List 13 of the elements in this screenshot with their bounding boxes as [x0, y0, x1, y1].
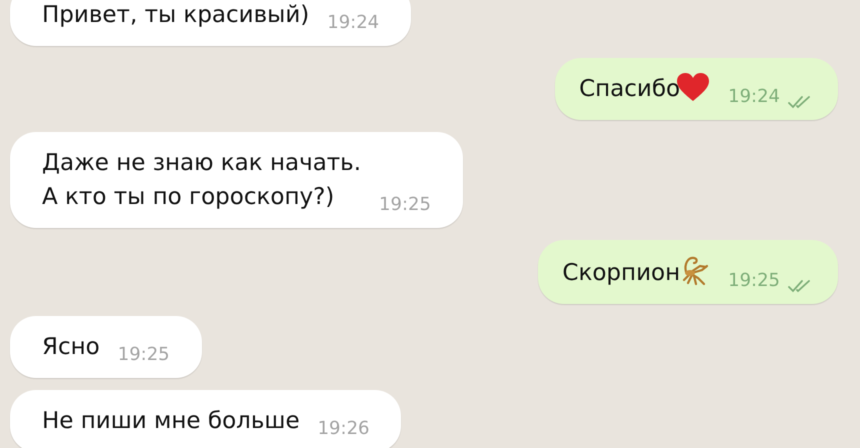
message-time: 19:25	[728, 270, 780, 292]
message-time: 19:26	[318, 418, 370, 440]
message-text: Привет, ты красивый)	[42, 1, 310, 30]
message-text: Даже не знаю как начать.	[42, 149, 362, 178]
message-time: 19:24	[728, 86, 780, 108]
message-time: 19:25	[379, 194, 431, 216]
message-time: 19:25	[118, 344, 170, 366]
message-text: Ясно	[42, 333, 100, 362]
message-time: 19:24	[327, 12, 380, 34]
message-text: Не пиши мне больше	[42, 407, 300, 436]
message-text: А кто ты по гороскопу?)	[42, 183, 334, 212]
message-text: Спасибо	[579, 75, 680, 104]
message-text: Скорпион	[562, 259, 680, 288]
